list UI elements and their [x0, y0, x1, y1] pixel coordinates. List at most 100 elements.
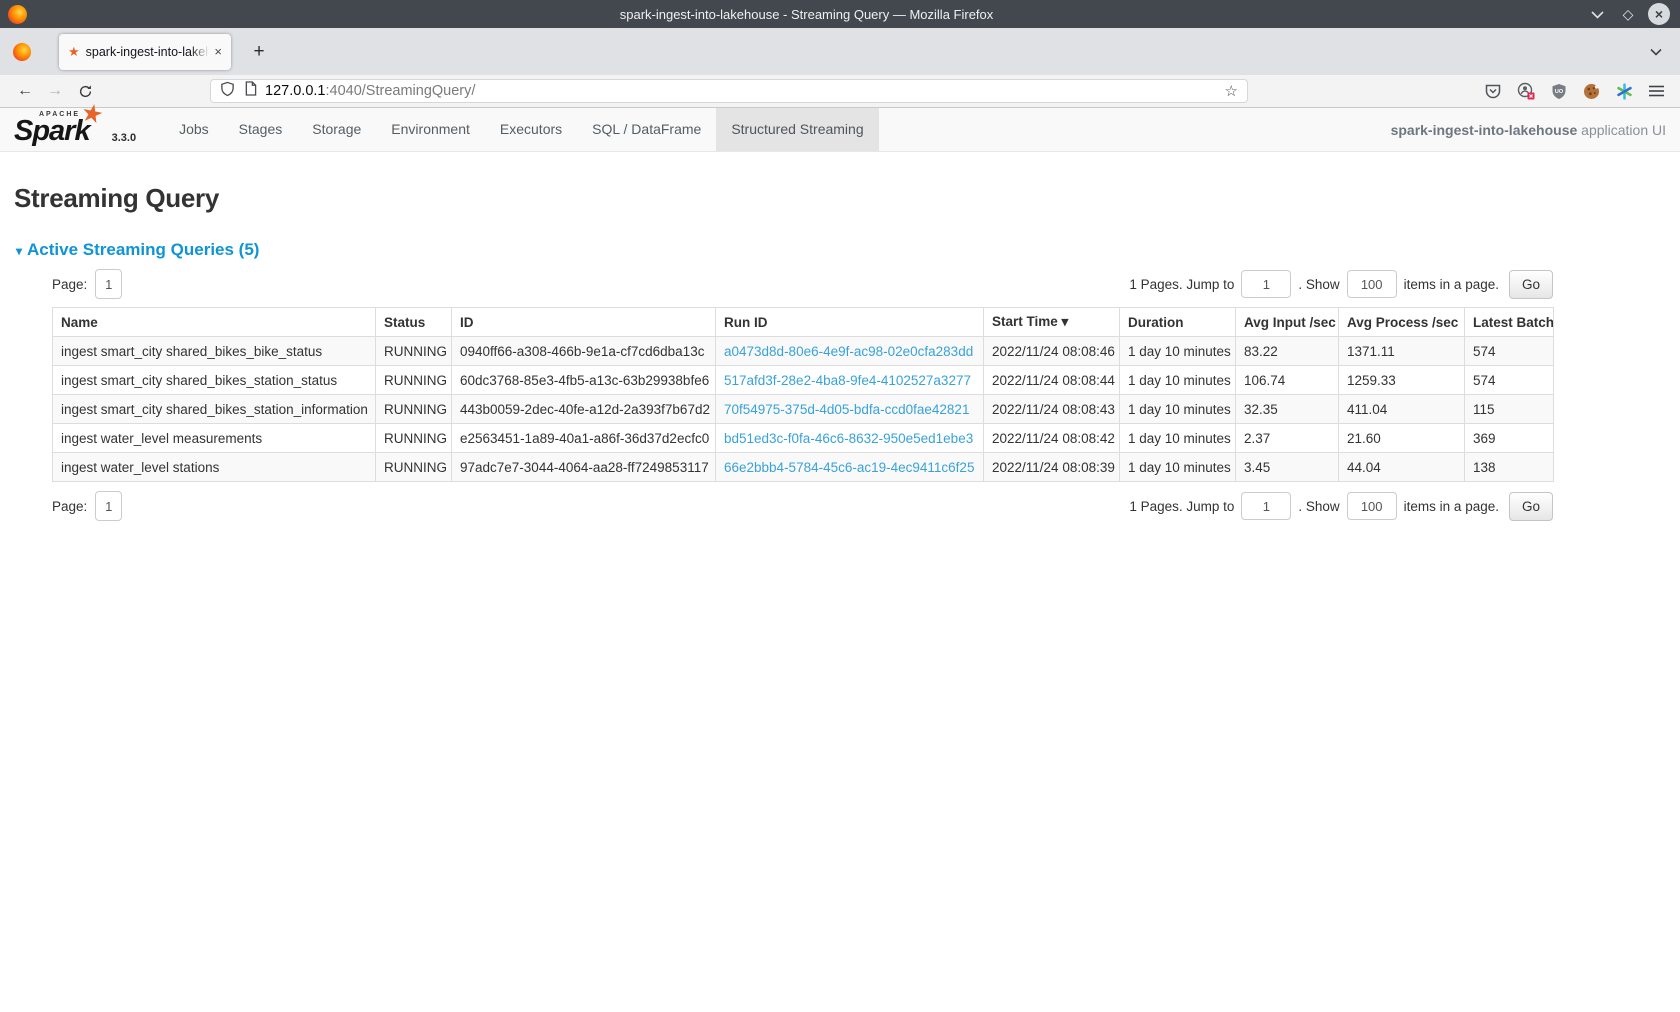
cell-start-time: 2022/11/24 08:08:39: [984, 453, 1120, 482]
page-info-icon[interactable]: [244, 81, 257, 101]
table-row: ingest smart_city shared_bikes_bike_stat…: [53, 337, 1554, 366]
table-header-row: NameStatusIDRun IDStart Time ▾DurationAv…: [53, 308, 1554, 337]
cell-start-time: 2022/11/24 08:08:46: [984, 337, 1120, 366]
spark-logo[interactable]: APACHE Spark ★ 3.3.0: [14, 108, 136, 151]
table-row: ingest smart_city shared_bikes_station_i…: [53, 395, 1554, 424]
table-row: ingest water_level stationsRUNNING97adc7…: [53, 453, 1554, 482]
go-button[interactable]: Go: [1509, 492, 1553, 521]
cell-avg-process: 411.04: [1339, 395, 1465, 424]
pages-text: 1 Pages. Jump to: [1129, 277, 1234, 292]
nav-tab-sql-dataframe[interactable]: SQL / DataFrame: [577, 108, 716, 151]
column-header-status[interactable]: Status: [376, 308, 452, 337]
window-titlebar: spark-ingest-into-lakehouse - Streaming …: [0, 0, 1680, 28]
asterisk-extension-icon[interactable]: [1616, 83, 1633, 100]
forward-button[interactable]: →: [40, 82, 70, 100]
pocket-icon[interactable]: [1485, 84, 1501, 99]
firefox-icon: [13, 43, 31, 61]
run-id-link[interactable]: 517afd3f-28e2-4ba8-9fe4-4102527a3277: [724, 373, 971, 388]
cell-avg-input: 3.45: [1236, 453, 1339, 482]
spark-version: 3.3.0: [112, 132, 136, 144]
spark-brand: Spark: [14, 115, 90, 147]
list-all-tabs-button[interactable]: [1650, 48, 1662, 56]
profile-extension-icon[interactable]: [1517, 82, 1535, 100]
cell-avg-input: 32.35: [1236, 395, 1339, 424]
run-id-link[interactable]: a0473d8d-80e6-4e9f-ac98-02e0cfa283dd: [724, 344, 973, 359]
cell-latest-batch: 574: [1465, 337, 1554, 366]
cell-latest-batch: 115: [1465, 395, 1554, 424]
column-header-latest-batch[interactable]: Latest Batch: [1465, 308, 1554, 337]
menu-icon[interactable]: [1649, 85, 1664, 97]
close-button[interactable]: ×: [1648, 3, 1670, 25]
page-number-input[interactable]: [95, 269, 122, 299]
cell-latest-batch: 138: [1465, 453, 1554, 482]
cell-avg-input: 83.22: [1236, 337, 1339, 366]
cell-status: RUNNING: [376, 337, 452, 366]
nav-tab-stages[interactable]: Stages: [224, 108, 298, 151]
run-id-link[interactable]: bd51ed3c-f0fa-46c6-8632-950e5ed1ebe3: [724, 431, 973, 446]
column-header-avg-input-sec[interactable]: Avg Input /sec: [1236, 308, 1339, 337]
nav-tab-storage[interactable]: Storage: [297, 108, 376, 151]
nav-tab-jobs[interactable]: Jobs: [164, 108, 224, 151]
items-text: items in a page.: [1404, 499, 1499, 514]
spark-nav: JobsStagesStorageEnvironmentExecutorsSQL…: [164, 108, 879, 151]
collapse-arrow-icon: ▾: [16, 244, 22, 258]
column-header-start-time[interactable]: Start Time ▾: [984, 308, 1120, 337]
streaming-queries-table: NameStatusIDRun IDStart Time ▾DurationAv…: [52, 307, 1554, 482]
ublock-origin-icon[interactable]: UO: [1551, 83, 1567, 100]
show-text: . Show: [1298, 277, 1339, 292]
cell-status: RUNNING: [376, 424, 452, 453]
cookie-extension-icon[interactable]: [1583, 83, 1600, 100]
column-header-id[interactable]: ID: [452, 308, 716, 337]
shield-icon[interactable]: [220, 81, 235, 102]
cell-run-id: a0473d8d-80e6-4e9f-ac98-02e0cfa283dd: [716, 337, 984, 366]
page-title: Streaming Query: [14, 183, 1666, 214]
pages-text: 1 Pages. Jump to: [1129, 499, 1234, 514]
new-tab-button[interactable]: +: [246, 41, 272, 63]
spark-star-icon: ★: [78, 97, 106, 131]
page-label: Page:: [52, 277, 87, 292]
app-suffix: application UI: [1577, 122, 1666, 138]
nav-tab-environment[interactable]: Environment: [376, 108, 485, 151]
page-content: Streaming Query ▾Active Streaming Querie…: [0, 183, 1680, 521]
minimize-button[interactable]: [1586, 3, 1608, 25]
browser-tab[interactable]: ★ spark-ingest-into-lakehous ×: [59, 34, 231, 70]
pagination-bottom: Page: 1 Pages. Jump to . Show items in a…: [52, 491, 1553, 521]
column-header-name[interactable]: Name: [53, 308, 376, 337]
url-bar[interactable]: 127.0.0.1:4040/StreamingQuery/ ☆: [210, 79, 1248, 103]
jump-to-input[interactable]: [1241, 492, 1291, 520]
nav-tab-executors[interactable]: Executors: [485, 108, 577, 151]
run-id-link[interactable]: 70f54975-375d-4d05-bdfa-ccd0fae42821: [724, 402, 969, 417]
cell-start-time: 2022/11/24 08:08:44: [984, 366, 1120, 395]
cell-id: 0940ff66-a308-466b-9e1a-cf7cd6dba13c: [452, 337, 716, 366]
maximize-button[interactable]: ◇: [1617, 3, 1639, 25]
back-button[interactable]: ←: [10, 82, 40, 100]
column-header-duration[interactable]: Duration: [1120, 308, 1236, 337]
show-text: . Show: [1298, 499, 1339, 514]
column-header-run-id[interactable]: Run ID: [716, 308, 984, 337]
cell-avg-input: 106.74: [1236, 366, 1339, 395]
nav-tab-structured-streaming[interactable]: Structured Streaming: [716, 108, 878, 151]
cell-name: ingest water_level stations: [53, 453, 376, 482]
cell-name: ingest smart_city shared_bikes_bike_stat…: [53, 337, 376, 366]
show-items-input[interactable]: [1347, 270, 1397, 298]
apache-label: APACHE: [39, 111, 80, 118]
active-streaming-queries-toggle[interactable]: ▾Active Streaming Queries (5): [16, 240, 1666, 260]
run-id-link[interactable]: 66e2bbb4-5784-45c6-ac19-4ec9411c6f25: [724, 460, 974, 475]
firefox-logo-icon: [8, 5, 27, 24]
table-body: ingest smart_city shared_bikes_bike_stat…: [53, 337, 1554, 482]
column-header-avg-process-sec[interactable]: Avg Process /sec: [1339, 308, 1465, 337]
tab-close-icon[interactable]: ×: [214, 44, 222, 59]
jump-to-input[interactable]: [1241, 270, 1291, 298]
go-button[interactable]: Go: [1509, 270, 1553, 299]
cell-name: ingest smart_city shared_bikes_station_i…: [53, 395, 376, 424]
cell-avg-process: 1371.11: [1339, 337, 1465, 366]
cell-id: 443b0059-2dec-40fe-a12d-2a393f7b67d2: [452, 395, 716, 424]
show-items-input[interactable]: [1347, 492, 1397, 520]
cell-status: RUNNING: [376, 453, 452, 482]
browser-tabbar: ★ spark-ingest-into-lakehous × +: [0, 28, 1680, 75]
page-number-input[interactable]: [95, 491, 122, 521]
bookmark-star-icon[interactable]: ☆: [1225, 82, 1238, 100]
cell-duration: 1 day 10 minutes: [1120, 424, 1236, 453]
cell-avg-process: 21.60: [1339, 424, 1465, 453]
cell-run-id: 66e2bbb4-5784-45c6-ac19-4ec9411c6f25: [716, 453, 984, 482]
